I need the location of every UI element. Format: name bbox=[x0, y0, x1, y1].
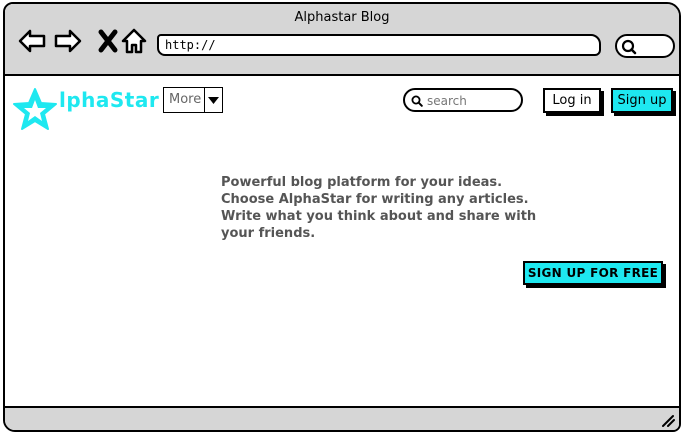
chevron-down-icon[interactable] bbox=[205, 88, 222, 112]
intro-line: Powerful blog platform for your ideas. bbox=[221, 175, 503, 190]
site-search-input[interactable]: search bbox=[403, 88, 523, 112]
more-dropdown-label: More bbox=[164, 88, 205, 112]
window-title: Alphastar Blog bbox=[294, 10, 390, 25]
search-icon bbox=[621, 39, 637, 55]
logo-text[interactable]: lphaStar bbox=[59, 88, 159, 112]
signup-button[interactable]: Sign up bbox=[611, 88, 673, 113]
url-input[interactable]: http:// bbox=[157, 34, 601, 56]
status-bar bbox=[5, 406, 679, 430]
signup-free-button[interactable]: SIGN UP FOR FREE bbox=[523, 261, 663, 285]
search-placeholder: search bbox=[427, 94, 467, 108]
intro-line: your friends. bbox=[221, 226, 316, 241]
intro-line: Choose AlphaStar for writing any article… bbox=[221, 192, 529, 207]
search-icon bbox=[411, 95, 423, 107]
browser-chrome: Alphastar Blog http:// bbox=[5, 4, 679, 76]
back-icon[interactable] bbox=[17, 26, 47, 56]
browser-window: Alphastar Blog http:// lphaStar More sea… bbox=[3, 2, 681, 432]
forward-icon[interactable] bbox=[53, 26, 83, 56]
home-icon[interactable] bbox=[119, 26, 149, 56]
star-logo-icon bbox=[13, 88, 57, 130]
resize-grip-icon[interactable] bbox=[659, 413, 675, 427]
intro-text: Powerful blog platform for your ideas. C… bbox=[221, 174, 537, 242]
login-button[interactable]: Log in bbox=[543, 88, 601, 113]
intro-line: Write what you think about and share wit… bbox=[221, 209, 537, 224]
browser-search-field[interactable] bbox=[615, 34, 675, 58]
more-dropdown[interactable]: More bbox=[163, 87, 223, 113]
